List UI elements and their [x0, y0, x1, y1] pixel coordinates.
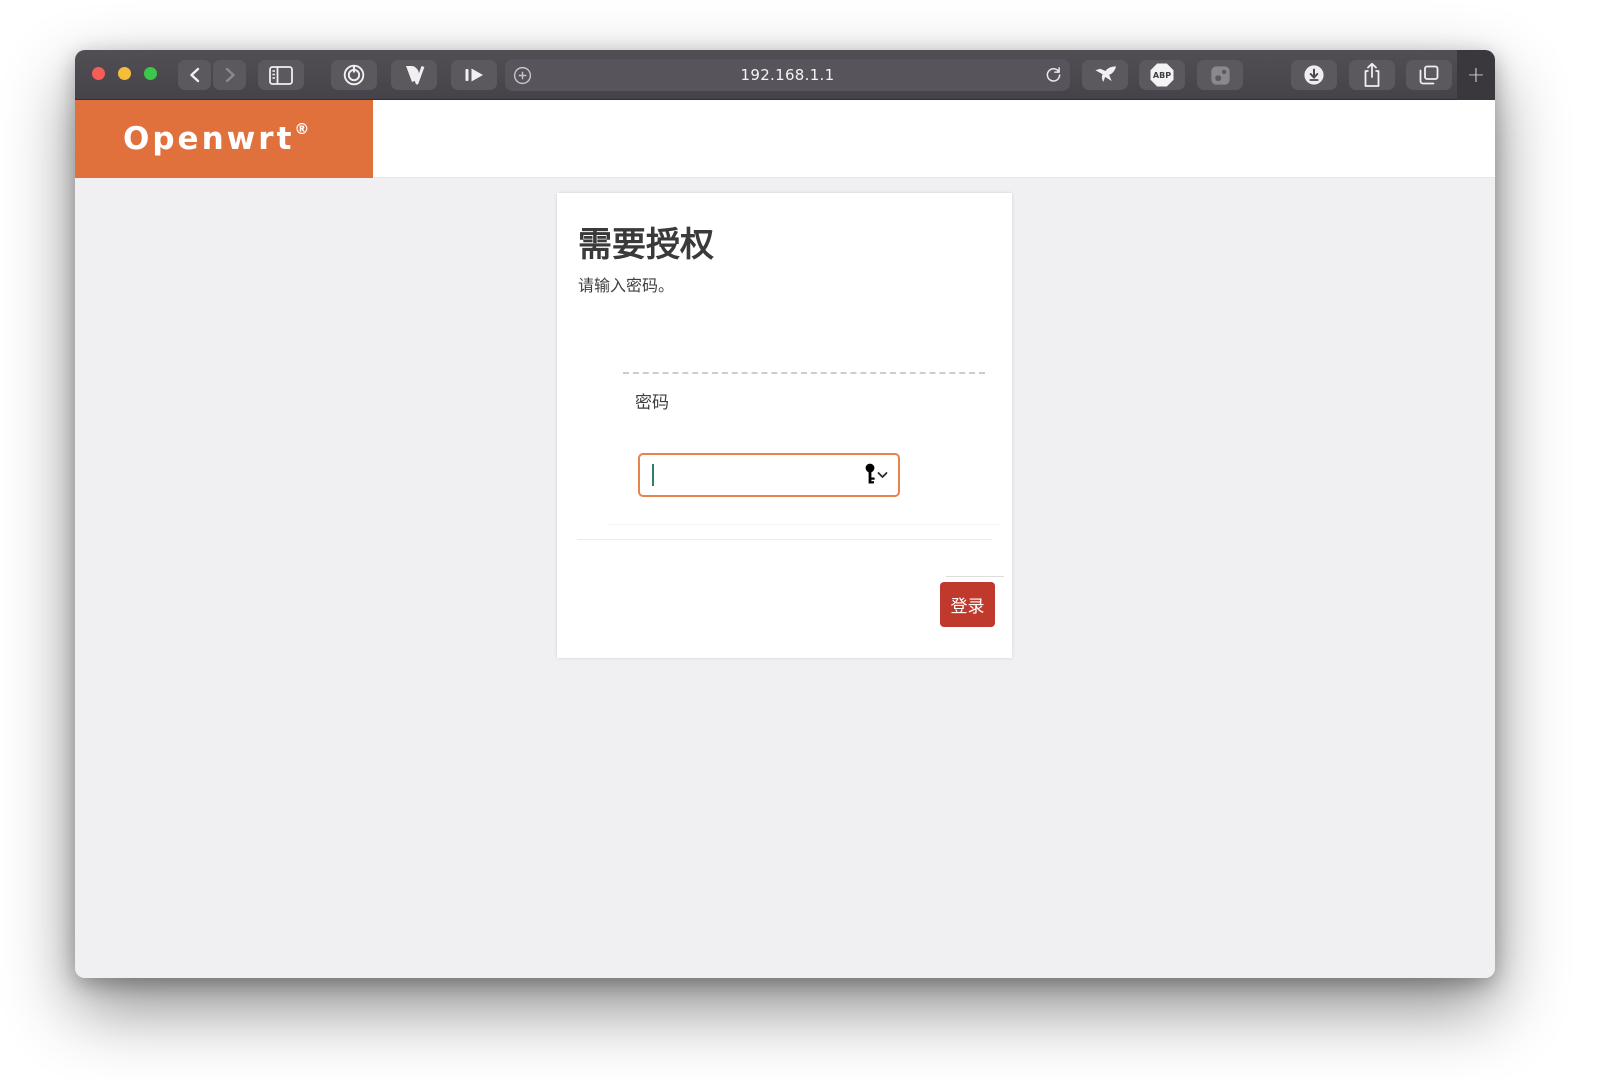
fastforward-play-icon — [462, 65, 486, 85]
logo-text: Openwrt — [123, 121, 295, 157]
page-title: 需要授权 — [578, 225, 714, 265]
address-bar[interactable]: 192.168.1.1 — [505, 59, 1070, 91]
bird-extension-icon — [1093, 64, 1118, 86]
circled-plus-icon[interactable] — [505, 66, 539, 85]
tab-overview-button[interactable] — [1406, 60, 1452, 90]
bird-extension-button[interactable] — [1082, 60, 1128, 90]
reload-icon[interactable] — [1036, 66, 1070, 84]
login-button-label: 登录 — [950, 597, 985, 617]
download-circle-icon — [1302, 63, 1326, 87]
vd-extension-button[interactable] — [391, 60, 437, 90]
share-arrow-icon — [1361, 62, 1383, 88]
onepassword-ring-icon — [342, 63, 366, 87]
forward-button[interactable] — [213, 60, 246, 90]
dimmed-extension-icon — [1209, 64, 1232, 87]
section-bottom-divider — [577, 539, 992, 540]
browser-toolbar: 192.168.1.1 ABP + — [75, 50, 1495, 100]
adblock-plus-extension-button[interactable]: ABP — [1139, 60, 1185, 90]
text-caret — [652, 464, 654, 486]
registered-mark: ® — [294, 119, 310, 138]
back-button[interactable] — [178, 60, 211, 90]
password-field-wrapper — [638, 453, 900, 497]
close-window-button[interactable] — [92, 67, 105, 80]
back-chevron-icon — [188, 67, 202, 83]
adblock-plus-octagon-icon: ABP — [1149, 62, 1175, 88]
share-button[interactable] — [1349, 60, 1395, 90]
fullscreen-window-button[interactable] — [144, 67, 157, 80]
sidebar-panel-icon — [269, 65, 293, 85]
new-tab-button[interactable]: + — [1457, 50, 1495, 100]
page-subtitle: 请输入密码。 — [578, 276, 675, 295]
login-button[interactable]: 登录 — [940, 582, 995, 627]
browser-window: 192.168.1.1 ABP + Openwrt® 需要授权 请输入密码。 密… — [75, 50, 1495, 978]
plus-icon: + — [1466, 62, 1486, 88]
onepassword-extension-button[interactable] — [331, 60, 377, 90]
password-label: 密码 — [635, 393, 669, 413]
downloads-button[interactable] — [1291, 60, 1337, 90]
chevron-down-icon — [877, 468, 888, 483]
login-card: 需要授权 请输入密码。 密码 登录 — [557, 193, 1012, 658]
actions-divider — [946, 576, 1004, 577]
password-autofill-button[interactable] — [858, 461, 894, 489]
minimize-window-button[interactable] — [118, 67, 131, 80]
field-bottom-divider — [607, 524, 1000, 525]
sidebar-toggle-button[interactable] — [258, 60, 304, 90]
vd-extension-icon — [402, 64, 426, 86]
fastforward-extension-button[interactable] — [451, 60, 497, 90]
url-text[interactable]: 192.168.1.1 — [539, 66, 1036, 84]
key-icon — [864, 463, 876, 488]
openwrt-logo[interactable]: Openwrt® — [75, 100, 373, 178]
abp-label: ABP — [1152, 70, 1172, 80]
dimmed-extension-button[interactable] — [1197, 60, 1243, 90]
page-content: 需要授权 请输入密码。 密码 登录 — [75, 178, 1495, 978]
tab-overview-icon — [1417, 63, 1441, 87]
site-header: Openwrt® — [75, 100, 1495, 178]
forward-chevron-icon — [223, 67, 237, 83]
section-dashed-divider — [623, 372, 985, 374]
